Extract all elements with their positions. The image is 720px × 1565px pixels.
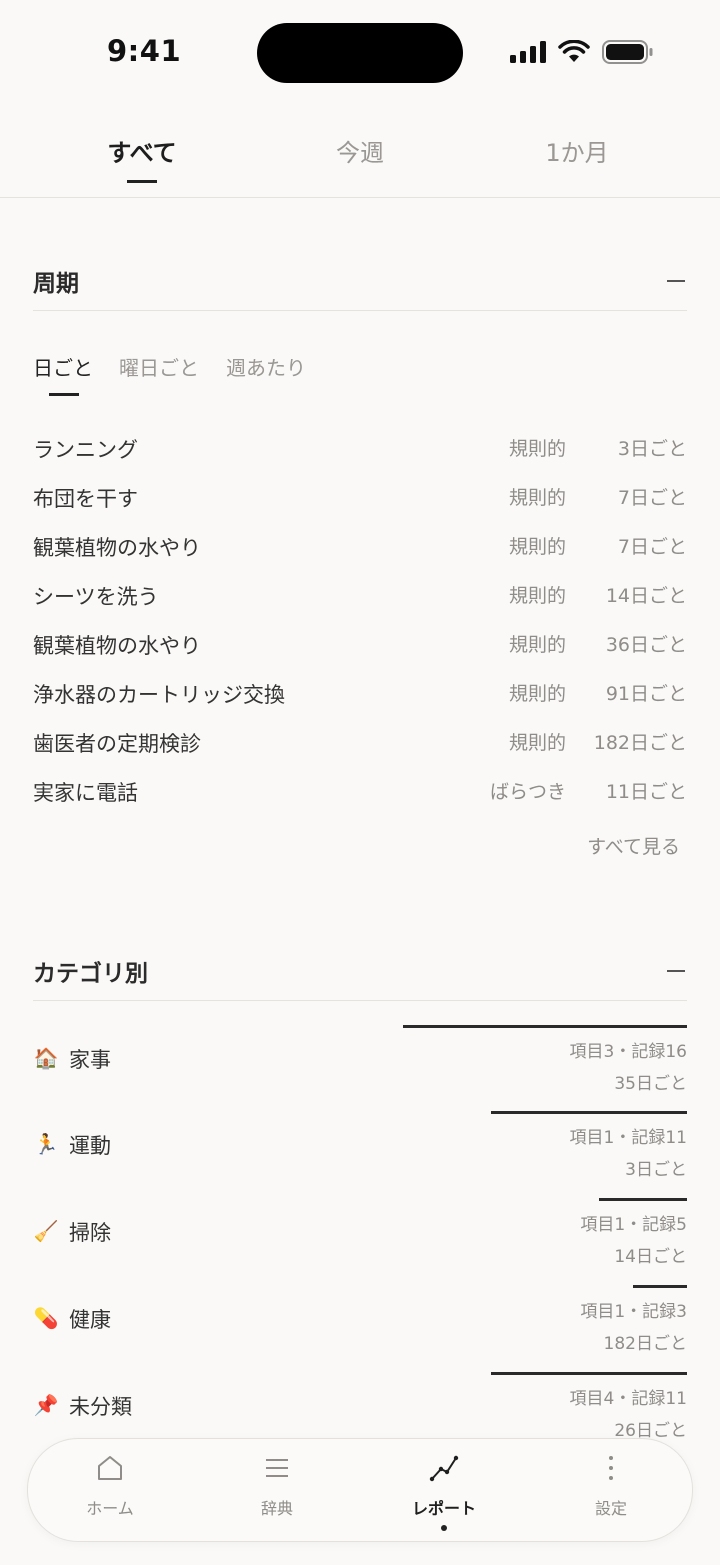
nav-dictionary[interactable]: 辞典 <box>217 1439 337 1541</box>
cycle-interval: 91日ごと <box>605 683 687 705</box>
pill-icon: 💊 <box>33 1306 59 1330</box>
collapse-icon[interactable] <box>667 280 685 282</box>
status-icons <box>510 40 654 64</box>
signal-icon <box>510 41 546 63</box>
cycle-section-header[interactable]: 周期 <box>33 250 687 311</box>
category-name: 未分類 <box>69 1395 132 1419</box>
category-name: 健康 <box>69 1308 111 1332</box>
tab-this-week[interactable]: 今週 <box>336 133 384 168</box>
period-tabs: すべて 今週 1か月 <box>0 105 720 198</box>
category-stats: 項目4・記録11 <box>569 1389 687 1409</box>
category-stats: 項目1・記録3 <box>580 1302 687 1322</box>
cycle-row[interactable]: ランニング 規則的 3日ごと <box>33 434 687 474</box>
category-share-bar <box>633 1285 687 1288</box>
cycle-name: 観葉植物の水やり <box>33 634 201 658</box>
cycle-row[interactable]: 観葉植物の水やり 規則的 7日ごと <box>33 532 687 572</box>
cycle-kind: 規則的 <box>508 438 566 460</box>
category-row[interactable]: 🏠 家事 項目3・記録16 35日ごと <box>33 1025 687 1111</box>
runner-icon: 🏃 <box>33 1132 59 1156</box>
cycle-kind: 規則的 <box>508 585 566 607</box>
cycle-interval: 14日ごと <box>605 585 687 607</box>
category-share-bar <box>491 1111 687 1114</box>
dynamic-island <box>257 23 463 83</box>
category-share-bar <box>491 1372 687 1375</box>
category-stats: 項目1・記録5 <box>580 1215 687 1235</box>
cycle-kind: 規則的 <box>508 487 566 509</box>
tab-one-month[interactable]: 1か月 <box>545 133 608 168</box>
cycle-name: 布団を干す <box>33 487 138 511</box>
cycle-name: 観葉植物の水やり <box>33 536 201 560</box>
cycle-kind: 規則的 <box>508 536 566 558</box>
list-icon <box>266 1459 288 1477</box>
status-time: 9:41 <box>107 34 182 68</box>
cycle-kind: 規則的 <box>508 683 566 705</box>
home-icon <box>98 1456 122 1480</box>
category-row[interactable]: 🏃 運動 項目1・記録11 3日ごと <box>33 1111 687 1197</box>
cycle-name: 浄水器のカートリッジ交換 <box>33 683 285 707</box>
category-section-header[interactable]: カテゴリ別 <box>33 940 687 1001</box>
sub-tab-per-week[interactable]: 週あたり <box>226 352 306 381</box>
more-vertical-icon <box>609 1456 613 1480</box>
cycle-row[interactable]: 浄水器のカートリッジ交換 規則的 91日ごと <box>33 679 687 719</box>
nav-label: ホーム <box>86 1499 134 1518</box>
cycle-kind: 規則的 <box>508 732 566 754</box>
cycle-interval: 7日ごと <box>617 487 687 509</box>
nav-label: 辞典 <box>260 1499 293 1518</box>
cycle-name: 歯医者の定期検診 <box>33 732 201 756</box>
pushpin-icon: 📌 <box>33 1393 59 1417</box>
cycle-kind: ばらつき <box>489 781 566 803</box>
wifi-icon <box>558 40 590 62</box>
category-name: 掃除 <box>69 1221 111 1245</box>
sub-tab-daily[interactable]: 日ごと <box>33 352 93 381</box>
active-dot <box>441 1525 447 1531</box>
nav-settings[interactable]: 設定 <box>551 1439 671 1541</box>
cycle-interval: 3日ごと <box>617 438 687 460</box>
sub-tab-active-indicator <box>49 393 79 396</box>
house-icon: 🏠 <box>33 1046 59 1070</box>
cycle-interval: 36日ごと <box>605 634 687 656</box>
cycle-interval: 182日ごと <box>593 732 687 754</box>
cycle-row[interactable]: 実家に電話 ばらつき 11日ごと <box>33 777 687 817</box>
cycle-interval: 11日ごと <box>605 781 687 803</box>
sub-tab-weekday[interactable]: 曜日ごと <box>119 352 199 381</box>
category-share-bar <box>599 1198 687 1201</box>
collapse-icon[interactable] <box>667 970 685 972</box>
category-interval: 3日ごと <box>625 1160 687 1180</box>
tab-active-indicator <box>127 180 157 183</box>
cycle-row[interactable]: 布団を干す 規則的 7日ごと <box>33 483 687 523</box>
category-name: 家事 <box>69 1048 111 1072</box>
chart-line-icon <box>429 1455 459 1482</box>
status-bar: 9:41 <box>0 0 720 105</box>
category-row[interactable]: 🧹 掃除 項目1・記録5 14日ごと <box>33 1198 687 1284</box>
nav-home[interactable]: ホーム <box>50 1439 170 1541</box>
bottom-nav: ホーム 辞典 レポート 設定 <box>27 1438 693 1542</box>
cycle-sub-tabs: 日ごと 曜日ごと 週あたり <box>33 352 433 402</box>
category-stats: 項目3・記録16 <box>569 1042 687 1062</box>
tab-all[interactable]: すべて <box>107 133 176 168</box>
battery-icon <box>602 40 653 64</box>
category-interval: 14日ごと <box>614 1247 687 1267</box>
category-interval: 182日ごと <box>603 1334 687 1354</box>
category-section-title: カテゴリ別 <box>33 961 148 987</box>
cycle-row[interactable]: 観葉植物の水やり 規則的 36日ごと <box>33 630 687 670</box>
nav-label: レポート <box>411 1499 476 1518</box>
category-interval: 35日ごと <box>614 1074 687 1094</box>
see-all-link[interactable]: すべて見る <box>587 832 680 859</box>
cycle-name: シーツを洗う <box>33 585 159 609</box>
nav-report[interactable]: レポート <box>384 1439 504 1541</box>
category-row[interactable]: 💊 健康 項目1・記録3 182日ごと <box>33 1285 687 1371</box>
cycle-interval: 7日ごと <box>617 536 687 558</box>
category-share-bar <box>403 1025 687 1028</box>
cycle-row[interactable]: シーツを洗う 規則的 14日ごと <box>33 581 687 621</box>
cycle-row[interactable]: 歯医者の定期検診 規則的 182日ごと <box>33 728 687 768</box>
cycle-name: ランニング <box>33 438 138 462</box>
category-stats: 項目1・記録11 <box>569 1128 687 1148</box>
nav-label: 設定 <box>594 1499 627 1518</box>
category-name: 運動 <box>69 1134 111 1158</box>
cycle-name: 実家に電話 <box>33 781 138 805</box>
broom-icon: 🧹 <box>33 1219 59 1243</box>
cycle-kind: 規則的 <box>508 634 566 656</box>
cycle-section-title: 周期 <box>33 271 79 297</box>
